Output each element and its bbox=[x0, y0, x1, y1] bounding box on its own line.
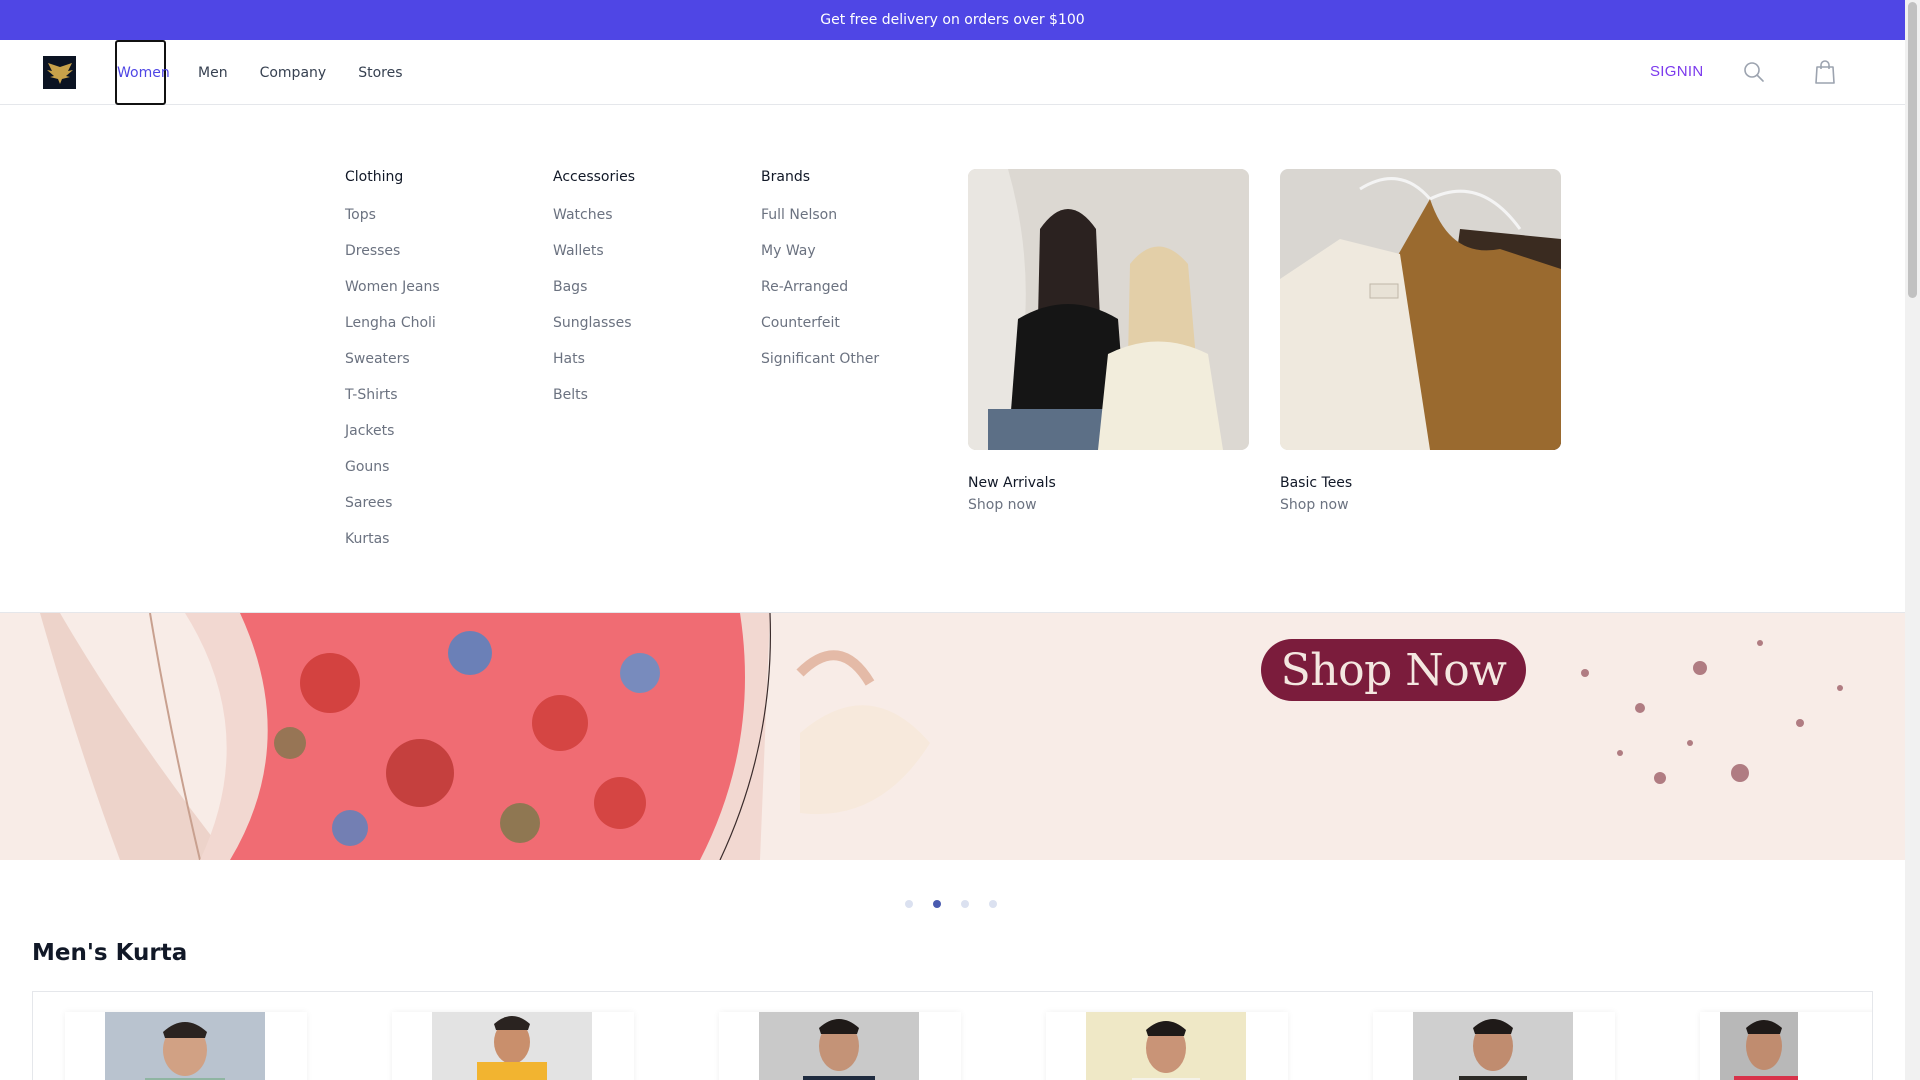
menu-link[interactable]: Counterfeit bbox=[761, 313, 951, 349]
product-card[interactable] bbox=[719, 1012, 961, 1080]
product-image[interactable] bbox=[1413, 1012, 1573, 1080]
menu-link[interactable]: Full Nelson bbox=[761, 205, 951, 241]
menu-column-brands: Brands Full Nelson My Way Re-Arranged Co… bbox=[761, 169, 951, 385]
menu-link[interactable]: Sarees bbox=[345, 493, 535, 529]
shopping-bag-icon[interactable] bbox=[1813, 59, 1837, 85]
column-title: Accessories bbox=[553, 169, 636, 185]
menu-link[interactable]: Belts bbox=[553, 385, 743, 421]
nav-women-label: Women bbox=[117, 64, 170, 81]
section-title: Men's Kurta bbox=[32, 940, 188, 966]
eagle-icon bbox=[46, 62, 73, 84]
feature-image[interactable] bbox=[968, 169, 1249, 450]
site-header: Women Men Company Stores SIGNIN bbox=[0, 40, 1905, 105]
product-card[interactable] bbox=[1373, 1012, 1615, 1080]
carousel-dot[interactable] bbox=[905, 900, 913, 908]
menu-column-clothing: Clothing Tops Dresses Women Jeans Lengha… bbox=[345, 169, 535, 565]
menu-link[interactable]: Lengha Choli bbox=[345, 313, 535, 349]
nav-men[interactable]: Men bbox=[198, 40, 228, 105]
feature-basic-tees[interactable]: Basic Tees Shop now bbox=[1280, 169, 1561, 513]
women-mega-menu: Clothing Tops Dresses Women Jeans Lengha… bbox=[0, 105, 1905, 613]
nav-stores-label: Stores bbox=[358, 64, 403, 81]
nav-company-label: Company bbox=[259, 64, 327, 81]
promo-text: Get free delivery on orders over $100 bbox=[820, 12, 1085, 28]
menu-link[interactable]: Bags bbox=[553, 277, 743, 313]
menu-link[interactable]: T-Shirts bbox=[345, 385, 535, 421]
scrollbar-thumb[interactable] bbox=[1908, 2, 1917, 298]
carousel-indicators bbox=[905, 900, 997, 908]
column-title: Clothing bbox=[345, 169, 404, 185]
product-card[interactable] bbox=[65, 1012, 307, 1080]
signin-link[interactable]: SIGNIN bbox=[1650, 63, 1703, 80]
promo-bar: Get free delivery on orders over $100 bbox=[0, 0, 1905, 40]
nav-women[interactable]: Women bbox=[115, 40, 170, 105]
menu-link[interactable]: Kurtas bbox=[345, 529, 535, 565]
nav-stores[interactable]: Stores bbox=[358, 40, 402, 105]
nav-company[interactable]: Company bbox=[260, 40, 327, 105]
product-card[interactable] bbox=[1046, 1012, 1288, 1080]
menu-link[interactable]: Tops bbox=[345, 205, 535, 241]
page-scrollbar[interactable] bbox=[1905, 0, 1920, 1080]
feature-new-arrivals[interactable]: New Arrivals Shop now bbox=[968, 169, 1249, 513]
feature-image[interactable] bbox=[1280, 169, 1561, 450]
menu-link[interactable]: Jackets bbox=[345, 421, 535, 457]
feature-title: New Arrivals bbox=[968, 475, 1056, 491]
menu-link[interactable]: Significant Other bbox=[761, 349, 951, 385]
menu-link[interactable]: Re-Arranged bbox=[761, 277, 951, 313]
carousel-dot[interactable] bbox=[961, 900, 969, 908]
menu-column-accessories: Accessories Watches Wallets Bags Sunglas… bbox=[553, 169, 743, 421]
feature-shop-link[interactable]: Shop now bbox=[1280, 497, 1561, 513]
carousel-dot[interactable] bbox=[989, 900, 997, 908]
product-image[interactable] bbox=[1086, 1012, 1246, 1080]
menu-link[interactable]: Sweaters bbox=[345, 349, 535, 385]
carousel-dot-active[interactable] bbox=[933, 900, 941, 908]
product-image[interactable] bbox=[759, 1012, 919, 1080]
nav-men-label: Men bbox=[198, 64, 228, 81]
product-image[interactable] bbox=[1720, 1012, 1798, 1080]
hero-banner[interactable]: Shop Now bbox=[0, 613, 1905, 860]
product-card[interactable] bbox=[392, 1012, 634, 1080]
menu-link[interactable]: Sunglasses bbox=[553, 313, 743, 349]
brand-logo[interactable] bbox=[43, 56, 76, 89]
menu-link[interactable]: Watches bbox=[553, 205, 743, 241]
product-image[interactable] bbox=[432, 1012, 592, 1080]
menu-link[interactable]: Women Jeans bbox=[345, 277, 535, 313]
product-image[interactable] bbox=[105, 1012, 265, 1080]
banner-artwork bbox=[0, 613, 1905, 860]
shop-now-button[interactable]: Shop Now bbox=[1261, 639, 1526, 701]
product-card[interactable] bbox=[1700, 1012, 1872, 1080]
column-title: Brands bbox=[761, 169, 810, 185]
main-nav: Women Men Company Stores bbox=[115, 40, 434, 105]
feature-shop-link[interactable]: Shop now bbox=[968, 497, 1249, 513]
menu-link[interactable]: Hats bbox=[553, 349, 743, 385]
menu-link[interactable]: Wallets bbox=[553, 241, 743, 277]
menu-link[interactable]: Dresses bbox=[345, 241, 535, 277]
feature-title: Basic Tees bbox=[1280, 475, 1353, 491]
search-icon[interactable] bbox=[1742, 60, 1766, 84]
product-carousel bbox=[32, 991, 1873, 1080]
menu-link[interactable]: My Way bbox=[761, 241, 951, 277]
menu-link[interactable]: Gouns bbox=[345, 457, 535, 493]
